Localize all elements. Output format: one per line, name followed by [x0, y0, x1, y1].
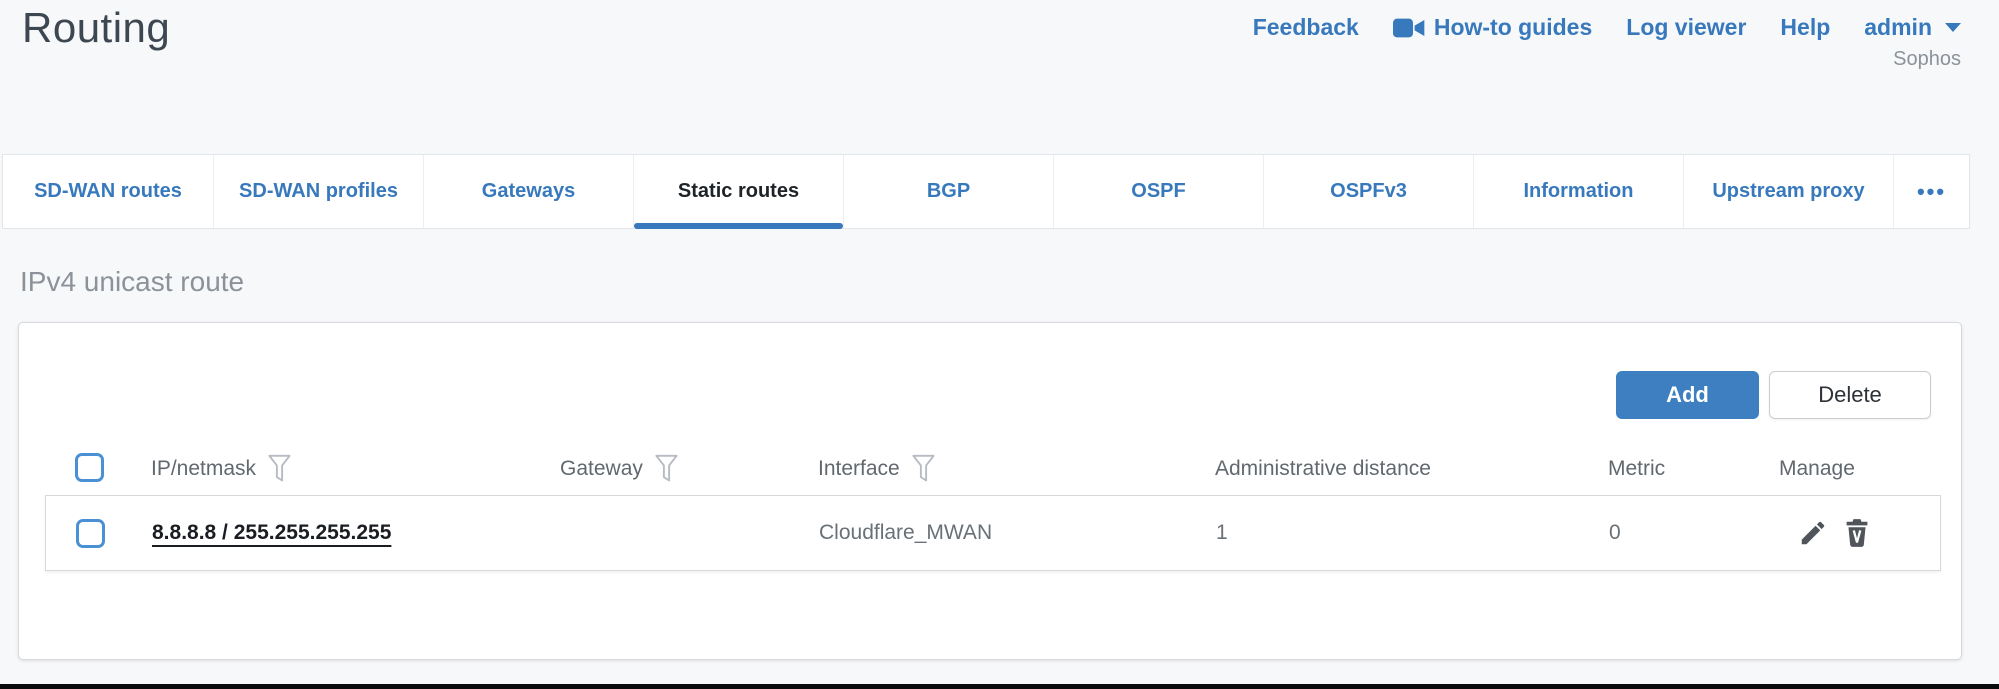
select-all-checkbox[interactable] [75, 453, 104, 482]
edit-icon[interactable] [1798, 518, 1828, 548]
help-link[interactable]: Help [1780, 14, 1830, 41]
column-header-admin-distance: Administrative distance [1215, 452, 1431, 486]
add-button[interactable]: Add [1616, 371, 1759, 419]
filter-icon[interactable] [267, 454, 292, 485]
route-admin-distance-cell: 1 [1216, 496, 1228, 570]
section-heading: IPv4 unicast route [20, 266, 244, 298]
screen-bottom-edge [0, 684, 1999, 689]
delete-icon[interactable] [1843, 518, 1871, 548]
route-ip-netmask-link[interactable]: 8.8.8.8 / 255.255.255.255 [152, 496, 391, 570]
admin-menu-label: admin [1864, 14, 1932, 41]
howto-guides-label: How-to guides [1434, 14, 1592, 41]
tab-gateways[interactable]: Gateways [423, 155, 633, 228]
route-interface-cell: Cloudflare_MWAN [819, 496, 992, 570]
chevron-down-icon [1945, 23, 1961, 32]
tab-ospf[interactable]: OSPF [1053, 155, 1263, 228]
tab-static-routes[interactable]: Static routes [633, 155, 843, 228]
route-metric-cell: 0 [1609, 496, 1621, 570]
tab-bgp[interactable]: BGP [843, 155, 1053, 228]
column-header-interface: Interface [818, 452, 936, 486]
video-camera-icon [1393, 17, 1425, 39]
routes-table-card: Add Delete IP/netmask Gateway Interface … [18, 322, 1962, 660]
top-navigation: Feedback How-to guides Log viewer Help a… [1253, 14, 1961, 71]
page-title: Routing [22, 4, 170, 52]
tab-bar: SD-WAN routes SD-WAN profiles Gateways S… [2, 154, 1970, 229]
column-header-manage: Manage [1779, 452, 1855, 486]
column-header-metric: Metric [1608, 452, 1665, 486]
row-checkbox[interactable] [76, 519, 105, 548]
brand-label: Sophos [1253, 48, 1961, 71]
tab-upstream-proxy[interactable]: Upstream proxy [1683, 155, 1893, 228]
tab-information[interactable]: Information [1473, 155, 1683, 228]
filter-icon[interactable] [911, 454, 936, 485]
tab-ospfv3[interactable]: OSPFv3 [1263, 155, 1473, 228]
column-header-ip-netmask: IP/netmask [151, 452, 292, 486]
feedback-link[interactable]: Feedback [1253, 14, 1359, 41]
tab-overflow-menu[interactable]: ••• [1893, 155, 1969, 228]
column-header-gateway: Gateway [560, 452, 679, 486]
table-row: 8.8.8.8 / 255.255.255.255 Cloudflare_MWA… [45, 495, 1941, 571]
filter-icon[interactable] [654, 454, 679, 485]
tab-sdwan-routes[interactable]: SD-WAN routes [3, 155, 213, 228]
manage-cell [1798, 496, 1871, 570]
howto-guides-link[interactable]: How-to guides [1393, 14, 1592, 41]
tab-sdwan-profiles[interactable]: SD-WAN profiles [213, 155, 423, 228]
admin-menu[interactable]: admin [1864, 14, 1961, 41]
delete-button[interactable]: Delete [1769, 371, 1931, 419]
log-viewer-link[interactable]: Log viewer [1626, 14, 1746, 41]
